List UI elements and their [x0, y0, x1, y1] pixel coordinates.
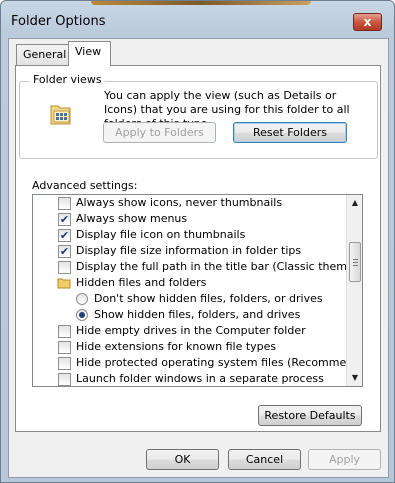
settings-row[interactable]: Display the full path in the title bar (…	[33, 259, 362, 275]
close-icon: x	[363, 15, 372, 29]
apply-button[interactable]: Apply	[308, 449, 381, 470]
settings-row[interactable]: Hide protected operating system files (R…	[33, 355, 362, 371]
thumb-grip-line	[353, 265, 358, 266]
settings-row[interactable]: Hide extensions for known file types	[33, 339, 345, 355]
folder-view-icon	[50, 105, 71, 125]
settings-row[interactable]: ✔ Display file size information in folder…	[33, 243, 345, 259]
checkbox[interactable]	[58, 357, 71, 370]
close-button[interactable]: x	[353, 13, 382, 31]
settings-row: Hidden files and folders	[33, 275, 345, 291]
checkbox-checked[interactable]: ✔	[58, 229, 71, 242]
settings-row-label: Hide extensions for known file types	[76, 340, 277, 353]
checkbox[interactable]	[58, 197, 71, 210]
window-title: Folder Options	[11, 14, 106, 29]
checkbox[interactable]	[58, 341, 71, 354]
settings-row-label: Always show icons, never thumbnails	[76, 196, 283, 209]
settings-row-label: Hide empty drives in the Computer folder	[76, 324, 306, 337]
advanced-settings-tree[interactable]: Always show icons, never thumbnails ✔ Alwa…	[32, 194, 363, 387]
settings-row[interactable]: ✔ Display file icon on thumbnails	[33, 227, 345, 243]
radio-selected[interactable]	[76, 309, 88, 321]
checkbox-checked[interactable]: ✔	[58, 213, 71, 226]
settings-row-label: Launch folder windows in a separate proc…	[76, 372, 324, 385]
thumb-grip-line	[353, 262, 358, 263]
settings-row-label: Show hidden files, folders, and drives	[94, 308, 301, 321]
settings-row[interactable]: Always show icons, never thumbnails	[33, 195, 345, 211]
settings-row[interactable]: Don't show hidden files, folders, or dri…	[33, 291, 345, 307]
folder-icon	[57, 278, 71, 289]
thumb-grip-line	[353, 259, 358, 260]
settings-row-label: Display the full path in the title bar (…	[76, 260, 363, 273]
vertical-scrollbar[interactable]: ▲ ▼	[346, 195, 362, 386]
settings-row-label: Hide protected operating system files (R…	[76, 356, 363, 369]
checkbox[interactable]	[58, 261, 71, 274]
settings-row-label: Display file size information in folder …	[76, 244, 302, 257]
settings-row[interactable]: ✔ Always show menus	[33, 211, 345, 227]
checkbox[interactable]	[58, 325, 71, 338]
settings-row[interactable]: Launch folder windows in a separate proc…	[33, 371, 345, 386]
folder-options-window: Folder Options x General View Folder vie…	[0, 0, 395, 483]
reset-folders-button[interactable]: Reset Folders	[233, 122, 347, 143]
settings-row-label: Always show menus	[76, 212, 188, 225]
tab-view[interactable]: View	[68, 41, 111, 66]
folder-views-label: Folder views	[30, 73, 105, 86]
settings-row-label: Hidden files and folders	[76, 276, 207, 289]
tab-general-label: General	[23, 48, 67, 61]
settings-row[interactable]: Hide empty drives in the Computer folder	[33, 323, 345, 339]
scroll-down-arrow-icon[interactable]: ▼	[347, 370, 363, 386]
settings-row-label: Display file icon on thumbnails	[76, 228, 246, 241]
radio-dot	[79, 312, 85, 318]
apply-to-folders-button[interactable]: Apply to Folders	[103, 122, 216, 143]
settings-row-label: Don't show hidden files, folders, or dri…	[94, 292, 323, 305]
settings-row[interactable]: Show hidden files, folders, and drives	[33, 307, 345, 323]
checkbox-checked[interactable]: ✔	[58, 245, 71, 258]
scroll-up-arrow-icon[interactable]: ▲	[347, 195, 363, 211]
checkbox[interactable]	[58, 373, 71, 386]
advanced-settings-label: Advanced settings:	[32, 179, 138, 192]
cancel-button[interactable]: Cancel	[228, 449, 301, 470]
restore-defaults-button[interactable]: Restore Defaults	[258, 405, 362, 426]
scroll-thumb[interactable]	[349, 242, 361, 282]
tab-view-label: View	[75, 45, 102, 58]
background-strip	[91, 1, 311, 5]
radio-button[interactable]	[76, 293, 88, 305]
ok-button[interactable]: OK	[146, 449, 219, 470]
tab-general[interactable]: General	[16, 44, 69, 65]
